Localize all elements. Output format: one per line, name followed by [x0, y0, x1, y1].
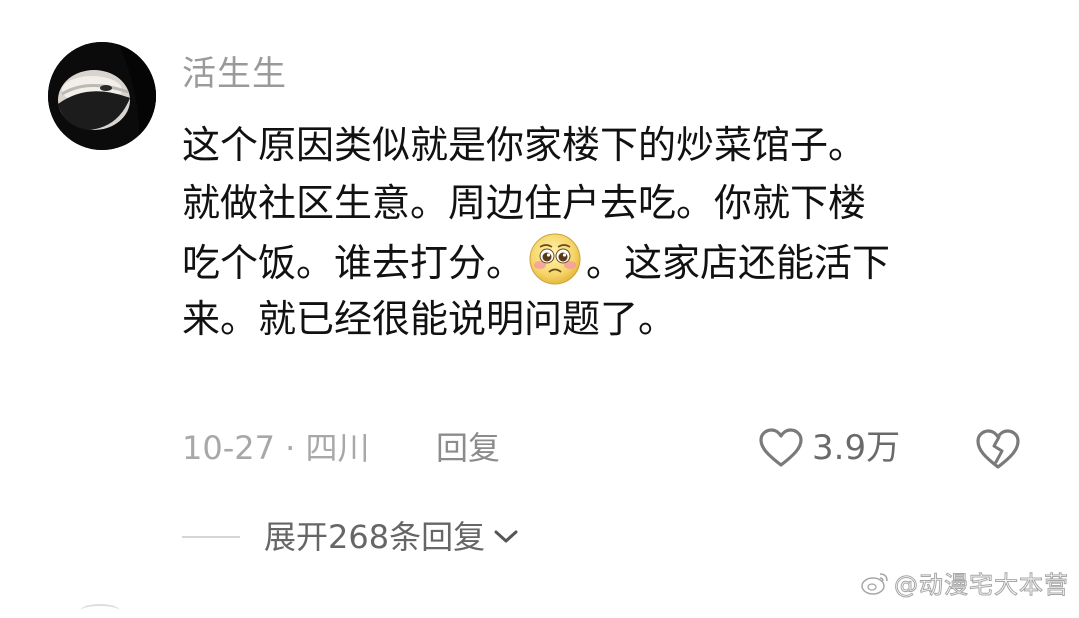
date-location: 10-27 · 四川 — [182, 429, 370, 467]
next-avatar-edge — [80, 604, 120, 618]
watermark-text: @动漫宅大本营 — [894, 571, 1069, 600]
like-button[interactable]: 3.9万 — [758, 424, 900, 472]
broken-heart-icon[interactable] — [974, 426, 1022, 472]
comment-text-segment: 吃个饭。谁去打分。 — [182, 241, 525, 285]
comment-meta: 10-27 · 四川 回复 3.9万 — [182, 424, 1042, 472]
avatar[interactable] — [48, 42, 156, 150]
reply-button[interactable]: 回复 — [436, 428, 500, 468]
comment-line: 吃个饭。谁去打分。 。这家店还能活下 — [182, 232, 1032, 290]
divider — [182, 536, 240, 538]
comment-line: 这个原因类似就是你家楼下的炒菜馆子。 — [182, 123, 867, 167]
comment-text-segment: 。这家店还能活下 — [586, 241, 891, 285]
expand-replies[interactable]: 展开268条回复 — [182, 514, 519, 560]
like-count: 3.9万 — [812, 428, 901, 468]
comment-line: 来。就已经很能说明问题了。 — [182, 297, 677, 341]
pleading-face-emoji — [528, 232, 582, 286]
watermark: @动漫宅大本营 — [860, 565, 1069, 600]
weibo-logo-icon — [861, 572, 888, 595]
comment-line: 就做社区生意。周边住户去吃。你就下楼 — [182, 181, 867, 225]
chevron-down-icon[interactable] — [493, 528, 519, 546]
heart-icon — [759, 428, 803, 467]
expand-replies-label[interactable]: 展开268条回复 — [264, 517, 485, 557]
avatar-image — [48, 42, 156, 150]
comment-body: 这个原因类似就是你家楼下的炒菜馆子。 就做社区生意。周边住户去吃。你就下楼 吃个… — [182, 116, 1032, 348]
username[interactable]: 活生生 — [182, 52, 287, 96]
